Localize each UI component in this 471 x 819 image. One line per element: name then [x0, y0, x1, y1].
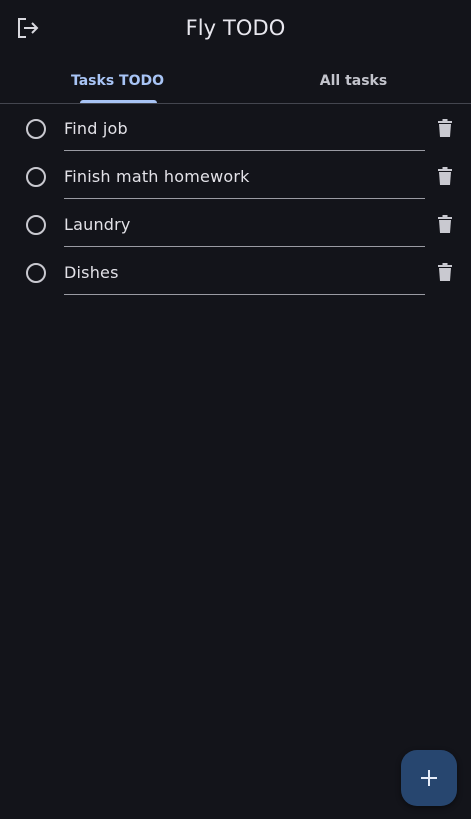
radio-unchecked-icon[interactable]	[26, 263, 46, 283]
trash-icon	[438, 263, 452, 281]
tab-tasks-todo[interactable]: Tasks TODO	[0, 58, 235, 103]
task-title-field[interactable]: Dishes	[64, 248, 425, 295]
tab-all-tasks[interactable]: All tasks	[236, 58, 471, 103]
task-row: Finish math homework	[0, 152, 471, 200]
task-list: Find job Finish math homework Laundry Di…	[0, 104, 471, 296]
radio-unchecked-icon[interactable]	[26, 215, 46, 235]
task-title-field[interactable]: Finish math homework	[64, 152, 425, 199]
task-title-field[interactable]: Find job	[64, 104, 425, 151]
radio-unchecked-icon[interactable]	[26, 119, 46, 139]
page-title: Fly TODO	[185, 16, 286, 40]
trash-icon	[438, 119, 452, 137]
task-title: Find job	[64, 119, 128, 138]
task-title-field[interactable]: Laundry	[64, 200, 425, 247]
radio-unchecked-icon[interactable]	[26, 167, 46, 187]
task-row: Find job	[0, 104, 471, 152]
task-title: Laundry	[64, 215, 131, 234]
add-task-button[interactable]	[401, 750, 457, 806]
app-root: Fly TODO Tasks TODO All tasks Find job F…	[0, 0, 471, 819]
task-row: Laundry	[0, 200, 471, 248]
delete-task-button[interactable]	[435, 117, 455, 139]
plus-icon	[421, 770, 437, 786]
trash-icon	[438, 167, 452, 185]
task-title: Dishes	[64, 263, 119, 282]
task-row: Dishes	[0, 248, 471, 296]
tab-indicator	[80, 100, 157, 103]
delete-task-button[interactable]	[435, 165, 455, 187]
delete-task-button[interactable]	[435, 213, 455, 235]
top-app-bar: Fly TODO	[0, 0, 471, 58]
trash-icon	[438, 215, 452, 233]
tab-label: Tasks TODO	[70, 72, 165, 89]
delete-task-button[interactable]	[435, 261, 455, 283]
task-title: Finish math homework	[64, 167, 250, 186]
tab-bar: Tasks TODO All tasks	[0, 58, 471, 104]
tab-label: All tasks	[319, 72, 388, 89]
